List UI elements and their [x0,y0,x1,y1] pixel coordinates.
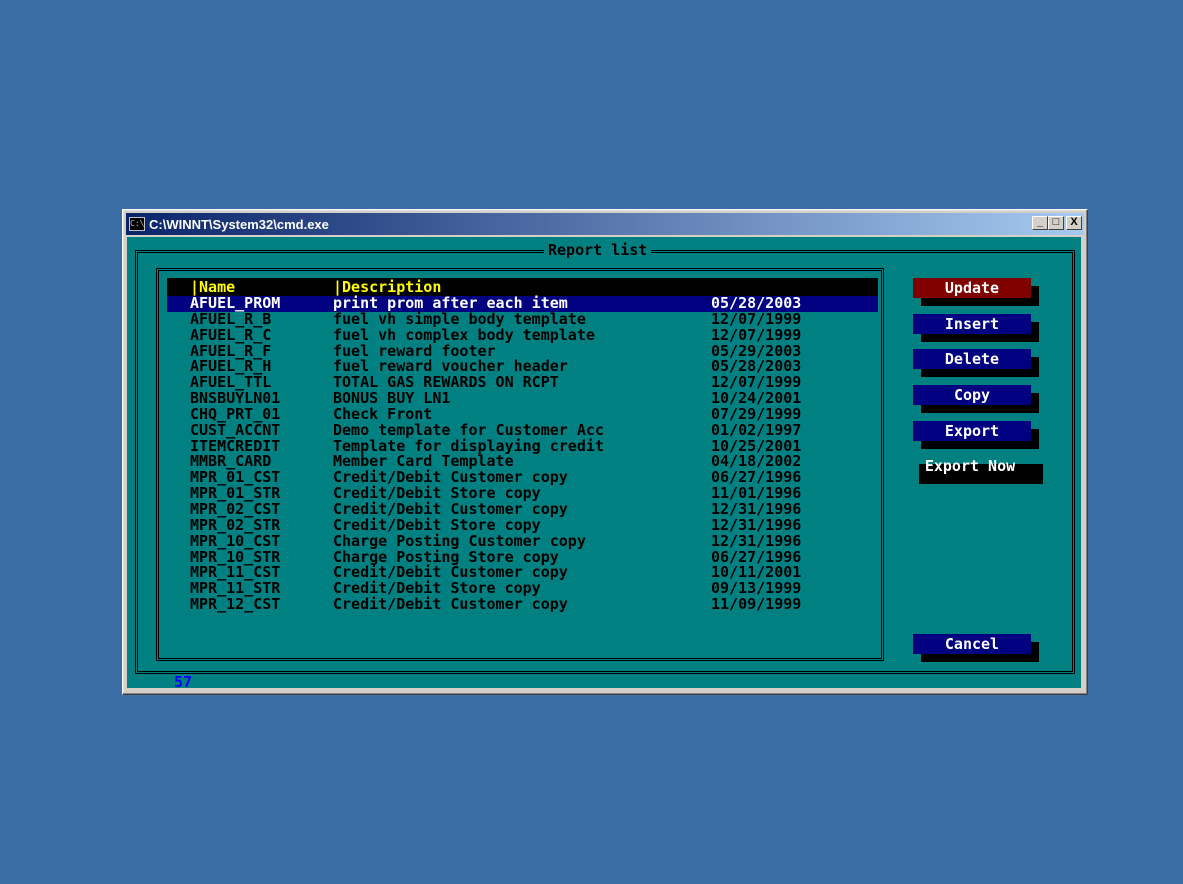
delete-button[interactable]: Delete [913,349,1031,369]
title-bar[interactable]: C:\ C:\WINNT\System32\cmd.exe _ □ X [126,213,1084,235]
export-now-button-wrap: Export Now [905,456,1043,484]
copy-button-wrap: Copy [913,385,1039,413]
cmd-window: C:\ C:\WINNT\System32\cmd.exe _ □ X Repo… [122,209,1088,695]
update-button[interactable]: Update [913,278,1031,298]
maximize-button[interactable]: □ [1048,216,1064,230]
minimize-button[interactable]: _ [1032,216,1048,230]
report-list[interactable]: AFUEL_PROM print prom after each item 05/2… [167,295,878,614]
copy-button[interactable]: Copy [913,385,1031,405]
window-controls: _ □ X [1032,216,1082,230]
table-row[interactable]: MPR_12_CST Credit/Debit Customer copy 11/0… [167,595,878,614]
console-icon[interactable]: C:\ [129,217,145,231]
export-button-wrap: Export [913,421,1039,449]
cancel-button-wrap: Cancel [913,634,1039,662]
insert-button-wrap: Insert [913,314,1039,342]
console-area: Report list |Name |Description AFUEL_PRO… [127,237,1081,688]
delete-button-wrap: Delete [913,349,1039,377]
insert-button[interactable]: Insert [913,314,1031,334]
window-title: C:\WINNT\System32\cmd.exe [149,216,329,232]
row-description-cell: Credit/Debit Customer copy [333,595,568,614]
cancel-button[interactable]: Cancel [913,634,1031,654]
close-button[interactable]: X [1066,216,1082,230]
row-name-cell: MPR_12_CST [190,595,281,614]
export-button[interactable]: Export [913,421,1031,441]
export-now-button[interactable]: Export Now [905,456,1035,476]
update-button-wrap: Update [913,278,1039,306]
dialog-title: Report list [544,242,652,258]
record-count: 57 [171,674,196,688]
row-date-cell: 11/09/1999 [711,595,802,614]
